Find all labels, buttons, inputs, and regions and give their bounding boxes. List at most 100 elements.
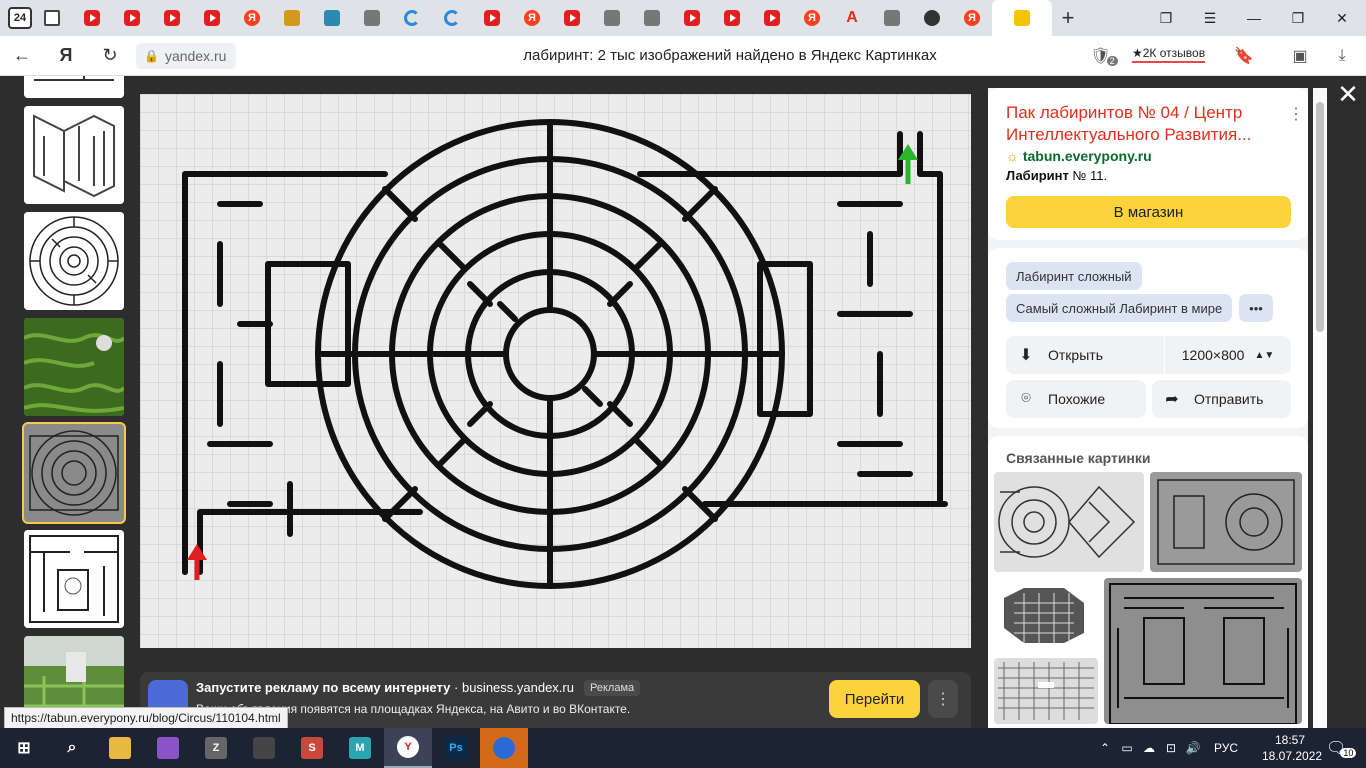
protect-icon[interactable]: 🛡 2 [1086,36,1122,76]
related-image[interactable] [994,578,1098,654]
tab-youtube[interactable] [72,0,112,36]
reviews-badge[interactable]: ★2К отзывов [1132,46,1206,63]
yandex-icon: Я [244,10,260,26]
tab-youtube[interactable] [552,0,592,36]
minimize-icon[interactable]: — [1232,0,1276,36]
size-select[interactable]: 1200×800 ▲▼ [1165,336,1291,374]
tab-dark[interactable] [912,0,952,36]
tab-youtube[interactable] [752,0,792,36]
tab-unity[interactable] [632,0,672,36]
thumbnail[interactable] [24,76,124,98]
cloud-icon[interactable]: ☁ [1138,741,1160,755]
more-icon[interactable]: ⋮ [1288,104,1304,124]
language-indicator[interactable]: РУС [1214,741,1238,755]
explorer-button[interactable] [96,728,144,768]
related-image[interactable] [994,472,1144,572]
related-image[interactable] [1150,472,1302,572]
yandex-icon: Я [964,10,980,26]
tab-manager-icon[interactable]: ❐ [1144,0,1188,36]
clock[interactable]: 18:57 18.07.2022 [1262,732,1322,764]
battery-icon[interactable]: ▭ [1116,741,1138,755]
source-card: Пак лабиринтов № 04 / Центр Интеллектуал… [988,88,1308,240]
tab-youtube[interactable] [712,0,752,36]
start-button[interactable]: ⊞ [0,728,48,768]
zbrush-button[interactable]: Z [192,728,240,768]
panel-scrollbar[interactable] [1313,88,1327,728]
related-image[interactable] [1104,578,1302,724]
notifications-button[interactable]: 🗨 10 [1326,728,1357,768]
reload-icon[interactable]: ↻ [88,36,132,76]
tab-yandex[interactable]: Я [232,0,272,36]
folder-icon [109,737,131,759]
tab-yandex[interactable]: Я [952,0,992,36]
tab-teal[interactable] [312,0,352,36]
url-field[interactable]: 🔒 yandex.ru [136,42,237,69]
photoshop-button[interactable]: Ps [432,728,480,768]
send-button[interactable]: ➦ Отправить [1152,380,1291,418]
tab-youtube[interactable] [672,0,712,36]
tab-ring[interactable] [392,0,432,36]
thumbnail[interactable] [24,106,124,204]
visual-studio-icon [157,737,179,759]
tab-youtube[interactable] [152,0,192,36]
thumbnail-selected[interactable] [22,422,126,524]
visual-studio-button[interactable] [144,728,192,768]
maya-button[interactable]: M [336,728,384,768]
tab-youtube[interactable] [112,0,152,36]
yandex-home-icon[interactable]: Я [44,36,88,76]
back-button[interactable]: ← [0,36,44,76]
bookmark-icon[interactable]: 🔖 [1226,36,1262,76]
tab-yandex[interactable]: Я [792,0,832,36]
substance-button[interactable]: S [288,728,336,768]
ad-go-button[interactable]: Перейти [829,680,920,718]
collections-icon[interactable]: ▣ [1282,36,1318,76]
ad-more-icon[interactable]: ⋮ [928,680,958,718]
more-tags-button[interactable]: ••• [1239,294,1273,322]
volume-icon[interactable]: 🔊 [1182,741,1204,755]
new-tab-button[interactable]: + [1052,0,1084,36]
thumbnail[interactable] [24,318,124,416]
tab-list-icon[interactable] [32,0,72,36]
tab-count-button[interactable]: 24 [8,7,32,29]
related-image[interactable] [994,658,1098,724]
yandex-browser-icon: Y [397,736,419,758]
ring-icon [404,10,420,26]
youtube-icon [484,10,500,26]
tab-gold[interactable] [272,0,312,36]
download-icon: ⬇ [1019,347,1033,364]
search-button[interactable]: ⌕ [48,728,96,768]
download-icon[interactable]: ⤓ [1324,36,1360,76]
ad-title[interactable]: Запустите рекламу по всему интернету · b… [196,680,574,695]
tag-chip[interactable]: Самый сложный Лабиринт в мире [1006,294,1233,322]
shop-button[interactable]: В магазин [1006,196,1291,228]
open-button[interactable]: ⬇ Открыть [1006,336,1164,374]
tab-aimp[interactable]: A [832,0,872,36]
network-icon[interactable]: ⊡ [1160,741,1182,755]
blender-button[interactable] [480,728,528,768]
tab-youtube[interactable] [472,0,512,36]
menu-icon[interactable]: ☰ [1188,0,1232,36]
tab-unity[interactable] [872,0,912,36]
tab-active[interactable] [992,0,1052,36]
main-image[interactable] [140,94,971,648]
tab-unity[interactable] [352,0,392,36]
tab-yandex[interactable]: Я [512,0,552,36]
source-domain[interactable]: ☼ tabun.everypony.ru [1006,148,1152,164]
tab-youtube[interactable] [192,0,232,36]
tab-ring[interactable] [432,0,472,36]
system-tray: ⌃ ▭ ☁ ⊡ 🔊 РУС [1094,728,1238,768]
close-window-icon[interactable]: ✕ [1320,0,1364,36]
yandex-browser-button[interactable]: Y [384,728,432,768]
similar-button[interactable]: ⌾ Похожие [1006,380,1146,418]
unity-button[interactable] [240,728,288,768]
thumbnail[interactable] [24,212,124,310]
thumbnail[interactable] [24,530,124,628]
tab-unity[interactable] [592,0,632,36]
restore-icon[interactable]: ❐ [1276,0,1320,36]
youtube-icon [204,10,220,26]
close-viewer-icon[interactable]: ✕ [1334,79,1362,109]
source-title-link[interactable]: Пак лабиринтов № 04 / Центр Интеллектуал… [1006,102,1276,146]
scrollbar-thumb[interactable] [1316,102,1324,332]
chevron-up-icon[interactable]: ⌃ [1094,741,1116,755]
tag-chip[interactable]: Лабиринт сложный [1006,262,1142,290]
